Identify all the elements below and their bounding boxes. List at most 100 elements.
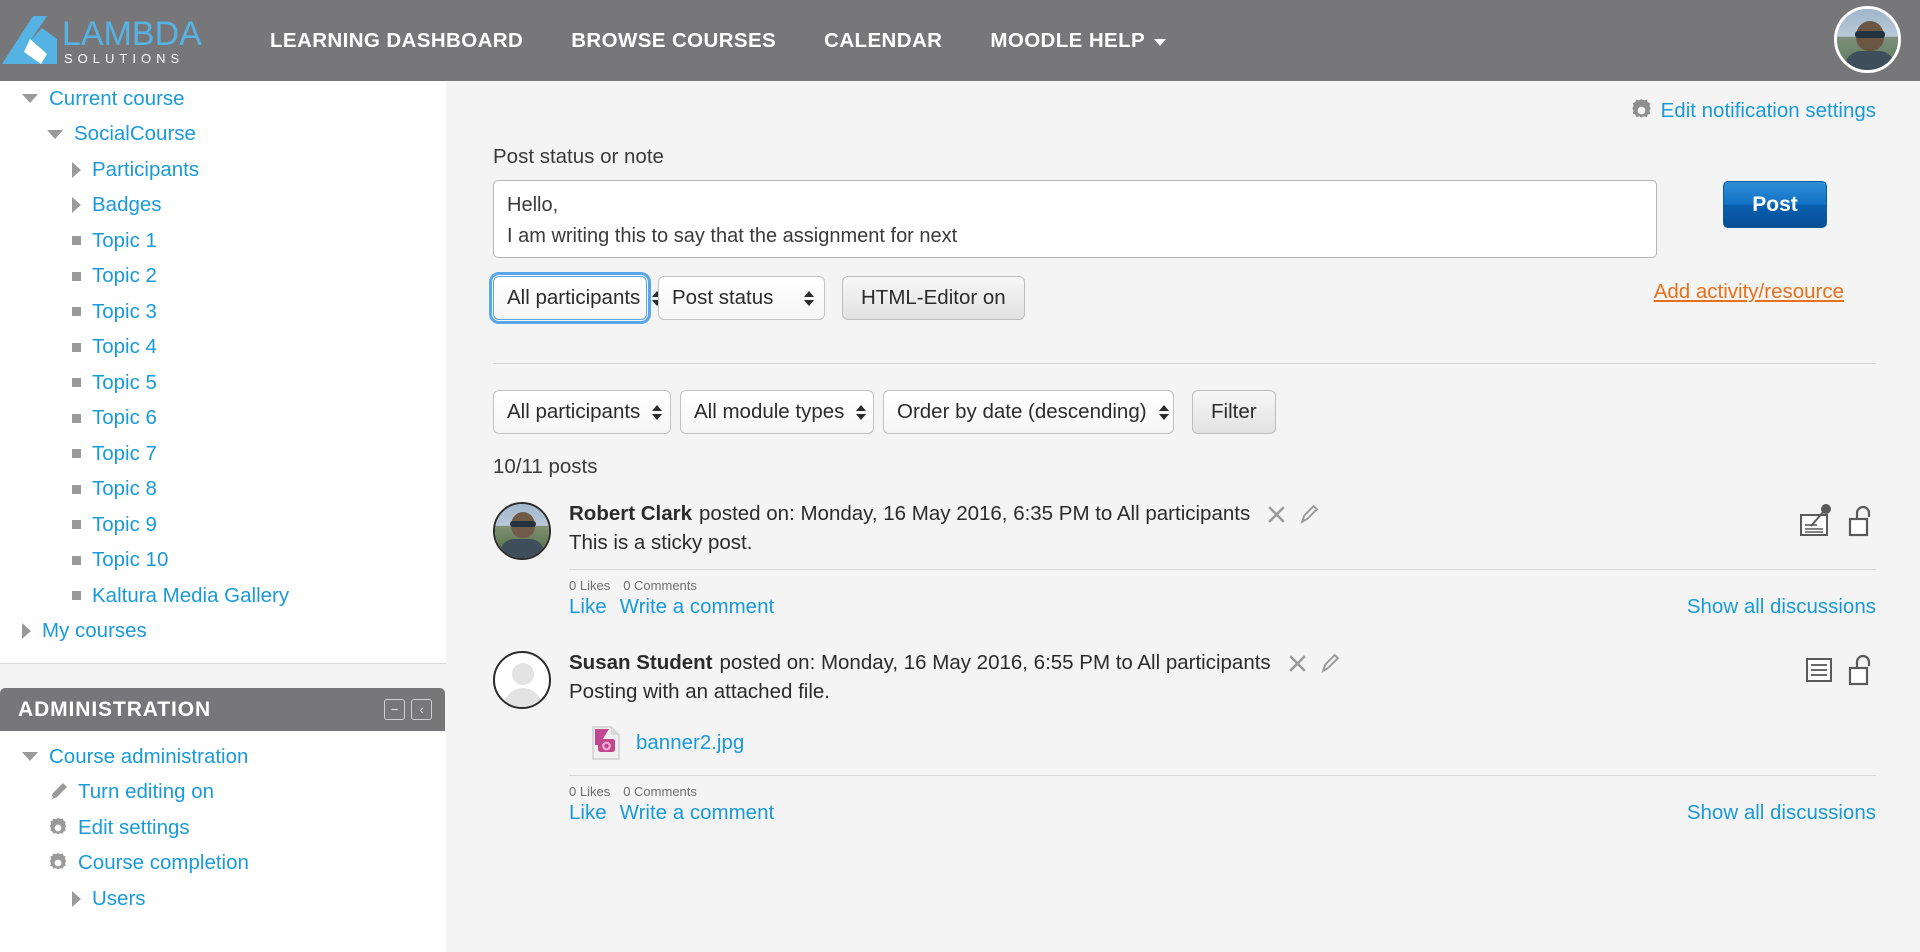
sidebar-item-label[interactable]: Topic 1 <box>92 229 157 253</box>
sidebar-item-turn-editing-on[interactable]: Turn editing on <box>0 775 446 811</box>
audience-select[interactable]: All participants <box>489 272 663 324</box>
edit-notification-settings-link[interactable]: Edit notification settings <box>1661 99 1876 123</box>
brand-logo[interactable]: LAMBDA SOLUTIONS <box>0 0 215 81</box>
close-icon[interactable] <box>1287 653 1308 674</box>
sidebar-item-kaltura-media-gallery[interactable]: Kaltura Media Gallery <box>0 578 446 614</box>
sidebar-item-topic-6[interactable]: Topic 6 <box>0 401 446 437</box>
sidebar-item-users[interactable]: Users <box>0 881 446 917</box>
unlock-icon[interactable] <box>1848 504 1876 538</box>
html-editor-toggle-button[interactable]: HTML-Editor on <box>842 276 1025 320</box>
chevron-updown-icon <box>856 404 867 420</box>
sidebar-item-topic-10[interactable]: Topic 10 <box>0 543 446 579</box>
filter-button[interactable]: Filter <box>1192 390 1276 434</box>
sidebar-item-topic-9[interactable]: Topic 9 <box>0 507 446 543</box>
post-header-actions <box>1266 504 1320 525</box>
sidebar-item-badges[interactable]: Badges <box>0 188 446 224</box>
nav-link-calendar[interactable]: CALENDAR <box>824 29 942 53</box>
sidebar-item-label[interactable]: Turn editing on <box>78 780 214 804</box>
write-comment-button[interactable]: Write a comment <box>620 801 775 825</box>
sidebar-item-participants[interactable]: Participants <box>0 152 446 188</box>
sidebar-item-label[interactable]: Topic 2 <box>92 264 157 288</box>
sidebar-item-edit-settings[interactable]: Edit settings <box>0 810 446 846</box>
chevron-right-icon[interactable] <box>72 890 81 907</box>
user-avatar[interactable] <box>1834 6 1901 73</box>
post-status-textarea[interactable] <box>493 180 1657 258</box>
sidebar-item-label[interactable]: Course completion <box>78 851 249 875</box>
show-all-discussions-link[interactable]: Show all discussions <box>1687 595 1876 619</box>
chevron-down-icon <box>1154 38 1167 46</box>
sidebar-item-label[interactable]: Topic 9 <box>92 513 157 537</box>
sidebar-item-label[interactable]: Kaltura Media Gallery <box>92 584 289 608</box>
dock-block-button[interactable]: − <box>384 699 405 720</box>
sidebar-item-label[interactable]: Current course <box>49 87 185 111</box>
avatar-sunglasses <box>1855 31 1885 38</box>
sidebar-item-label[interactable]: Participants <box>92 158 199 182</box>
filter-participants-select[interactable]: All participants <box>493 390 671 434</box>
sidebar-item-label[interactable]: Topic 6 <box>92 406 157 430</box>
svg-text:SOLUTIONS: SOLUTIONS <box>64 51 184 66</box>
avatar[interactable] <box>493 651 551 709</box>
avatar-head <box>512 663 534 685</box>
sidebar-item-label[interactable]: Topic 7 <box>92 442 157 466</box>
attachment-filename[interactable]: banner2.jpg <box>636 731 744 755</box>
write-comment-button[interactable]: Write a comment <box>620 595 775 619</box>
nav-link-browse-courses[interactable]: BROWSE COURSES <box>571 29 776 53</box>
post-content: Susan Student posted on: Monday, 16 May … <box>569 651 1876 825</box>
chevron-down-icon[interactable] <box>47 129 63 139</box>
avatar-body <box>1845 51 1895 70</box>
administration-header: ADMINISTRATION − ‹ <box>0 688 445 731</box>
post-button[interactable]: Post <box>1723 181 1827 228</box>
like-button[interactable]: Like <box>569 801 607 825</box>
sidebar-item-label[interactable]: Topic 8 <box>92 477 157 501</box>
filter-module-types-select[interactable]: All module types <box>680 390 874 434</box>
sidebar-item-label[interactable]: Topic 4 <box>92 335 157 359</box>
sidebar-item-topic-2[interactable]: Topic 2 <box>0 259 446 295</box>
pencil-icon[interactable] <box>1299 504 1320 525</box>
list-icon[interactable] <box>1805 653 1835 685</box>
sidebar-item-label[interactable]: Topic 3 <box>92 300 157 324</box>
sidebar-item-topic-4[interactable]: Topic 4 <box>0 330 446 366</box>
nav-link-learning-dashboard[interactable]: LEARNING DASHBOARD <box>270 29 523 53</box>
sidebar-item-label[interactable]: Topic 5 <box>92 371 157 395</box>
bullet-square-icon <box>72 591 81 601</box>
sidebar-item-topic-5[interactable]: Topic 5 <box>0 365 446 401</box>
sidebar-item-label[interactable]: Edit settings <box>78 816 190 840</box>
sidebar-item-course-administration[interactable]: Course administration <box>0 739 446 775</box>
chevron-right-icon[interactable] <box>72 161 81 178</box>
avatar[interactable] <box>493 502 551 560</box>
nav-link-label: LEARNING DASHBOARD <box>270 28 524 52</box>
sidebar-item-topic-3[interactable]: Topic 3 <box>0 294 446 330</box>
filter-order-select[interactable]: Order by date (descending) <box>883 390 1174 434</box>
sidebar-item-current-course[interactable]: Current course <box>0 81 446 117</box>
sidebar-item-topic-8[interactable]: Topic 8 <box>0 472 446 508</box>
sidebar-item-label[interactable]: Users <box>92 887 146 911</box>
post-body: This is a sticky post. <box>569 531 753 554</box>
chevron-right-icon[interactable] <box>72 197 81 214</box>
add-activity-resource-link[interactable]: Add activity/resource <box>1654 280 1844 304</box>
chevron-down-icon[interactable] <box>22 94 38 104</box>
sidebar-item-label[interactable]: My courses <box>42 619 147 643</box>
post-type-select[interactable]: Post status <box>658 276 825 320</box>
sidebar-item-my-courses[interactable]: My courses <box>0 614 446 650</box>
sidebar-item-label[interactable]: Topic 10 <box>92 548 168 572</box>
unlock-icon[interactable] <box>1848 653 1876 687</box>
show-all-discussions-link[interactable]: Show all discussions <box>1687 801 1876 825</box>
nav-link-moodle-help[interactable]: MOODLE HELP <box>990 29 1167 53</box>
post-footer: 0 Likes 0 Comments Like Write a comment … <box>569 775 1876 825</box>
sidebar-item-label[interactable]: SocialCourse <box>74 122 196 146</box>
sidebar-item-topic-7[interactable]: Topic 7 <box>0 436 446 472</box>
sidebar-item-course-completion[interactable]: Course completion <box>0 846 446 882</box>
sidebar-item-topic-1[interactable]: Topic 1 <box>0 223 446 259</box>
chevron-down-icon[interactable] <box>22 752 38 762</box>
chevron-right-icon[interactable] <box>22 623 31 640</box>
post-attachment[interactable]: banner2.jpg <box>569 725 1876 761</box>
sidebar-item-label[interactable]: Badges <box>92 193 162 217</box>
collapse-block-button[interactable]: ‹ <box>411 699 432 720</box>
like-button[interactable]: Like <box>569 595 607 619</box>
sticky-note-icon[interactable] <box>1799 504 1835 538</box>
pencil-icon[interactable] <box>1320 653 1341 674</box>
sidebar-item-label[interactable]: Course administration <box>49 745 248 769</box>
close-icon[interactable] <box>1266 504 1287 525</box>
sidebar-item-socialcourse[interactable]: SocialCourse <box>0 117 446 153</box>
avatar-sunglasses <box>510 521 536 527</box>
